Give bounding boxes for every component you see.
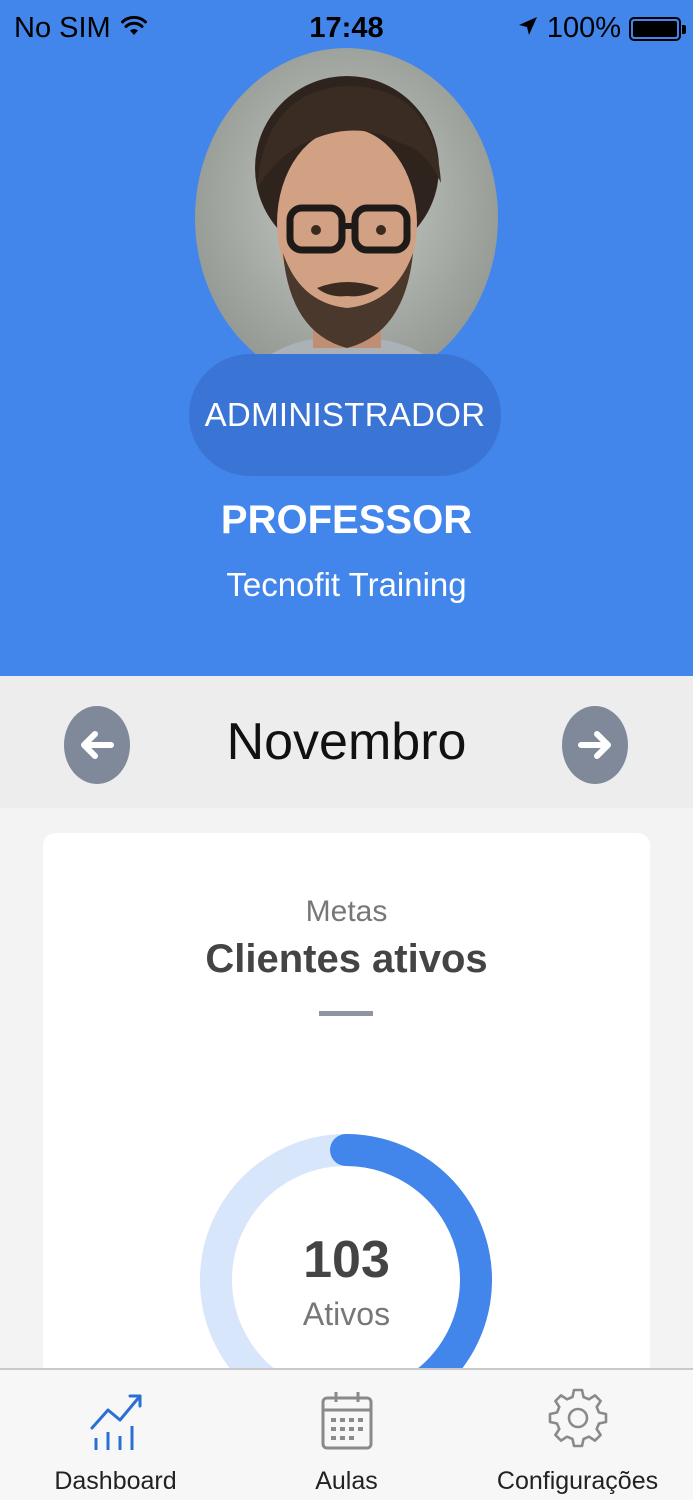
- user-name: PROFESSOR: [220, 498, 473, 542]
- tab-configuracoes[interactable]: Configurações: [462, 1370, 693, 1500]
- battery-icon: [629, 16, 686, 41]
- tab-label-dashboard: Dashboard: [54, 1467, 177, 1495]
- tab-label-configuracoes: Configurações: [496, 1467, 659, 1495]
- role-badge: ADMINISTRADOR: [189, 354, 501, 476]
- card-title: Clientes ativos: [205, 937, 488, 981]
- card-divider: [319, 1011, 373, 1016]
- tab-bar: Dashboard Aulas Configurações: [0, 1368, 693, 1500]
- company-name: Tecnofit Training: [226, 566, 467, 603]
- status-right: 100%: [517, 12, 686, 45]
- gear-icon: [548, 1388, 607, 1448]
- profile-header: No SIM 17:48 100% ADMINISTRADOR PROFESSO…: [0, 0, 693, 676]
- goals-card: Metas Clientes ativos: [43, 833, 650, 1453]
- tab-aulas[interactable]: Aulas: [231, 1370, 462, 1500]
- next-month-button[interactable]: [562, 706, 628, 784]
- tab-label-aulas: Aulas: [315, 1467, 378, 1495]
- arrow-right-circle-icon: [578, 731, 611, 759]
- avatar: [195, 48, 498, 388]
- tab-dashboard[interactable]: Dashboard: [0, 1370, 231, 1500]
- active-clients-value: 103: [303, 1231, 390, 1289]
- month-selector: Novembro: [0, 676, 693, 808]
- active-clients-caption: Ativos: [302, 1296, 391, 1332]
- chart-trend-icon: [90, 1394, 141, 1450]
- battery-percent: 100%: [546, 12, 621, 44]
- card-kicker: Metas: [305, 895, 388, 928]
- calendar-icon: [321, 1392, 372, 1450]
- location-arrow-icon: [517, 12, 539, 45]
